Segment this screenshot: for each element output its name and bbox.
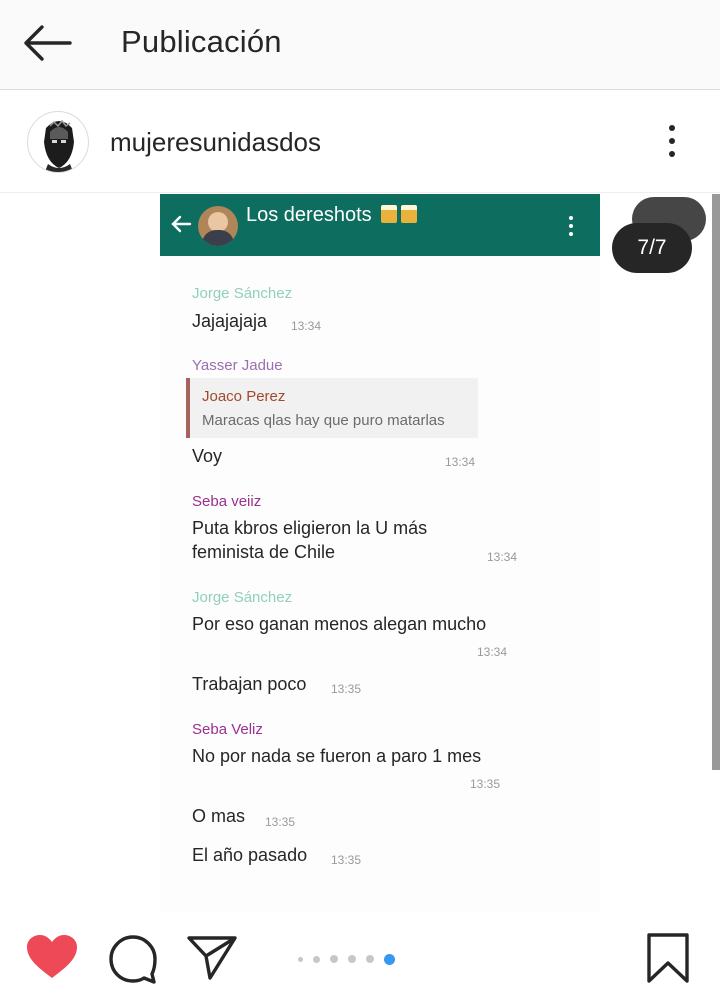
comment-icon <box>109 935 157 984</box>
chat-screenshot: Los dereshots Jorge Sánchez Jajajajaja 1… <box>160 194 600 912</box>
message-text: No por nada se fueron a paro 1 mes <box>192 746 482 766</box>
carousel-dot <box>366 955 374 963</box>
quote-sender: Joaco Perez <box>202 388 286 405</box>
share-button[interactable] <box>186 934 238 982</box>
more-vertical-icon <box>669 125 675 131</box>
message-time: 13:34 <box>291 319 322 333</box>
message-sender: Seba veiiz <box>192 493 262 510</box>
carousel-indicator <box>298 952 408 966</box>
scrollbar[interactable] <box>712 194 720 770</box>
message-sender: Jorge Sánchez <box>192 589 293 606</box>
chat-header: Los dereshots <box>160 194 600 256</box>
group-title-text: Los dereshots <box>246 204 372 226</box>
comment-button[interactable] <box>108 934 158 984</box>
beer-icon <box>401 205 418 223</box>
message-time: 13:35 <box>265 815 296 829</box>
message-time: 13:35 <box>331 682 362 696</box>
carousel-dot <box>330 955 338 963</box>
more-dot <box>669 151 675 157</box>
post-header: mujeresunidasdos <box>0 91 720 193</box>
avatar[interactable] <box>27 111 89 173</box>
quoted-message: Joaco Perez Maracas qlas hay que puro ma… <box>186 378 478 438</box>
bookmark-icon <box>647 933 689 983</box>
more-vertical-icon <box>566 216 576 240</box>
post-username[interactable]: mujeresunidasdos <box>110 127 321 158</box>
message-text: Voy <box>192 446 223 466</box>
top-app-bar: Publicación <box>0 0 720 90</box>
send-icon <box>187 936 237 980</box>
message-sender: Yasser Jadue <box>192 357 283 374</box>
message-sender: Jorge Sánchez <box>192 285 293 302</box>
save-button[interactable] <box>646 932 690 984</box>
carousel-dot <box>384 953 395 965</box>
message-text: Por eso ganan menos alegan mucho <box>192 614 487 634</box>
more-dot <box>669 138 675 144</box>
message-sender: Seba Veliz <box>192 721 263 738</box>
post-action-bar <box>0 912 720 996</box>
beer-icon <box>381 205 398 223</box>
like-button[interactable] <box>26 934 78 980</box>
more-options-button[interactable] <box>655 119 689 163</box>
message-text: El año pasado <box>192 845 308 865</box>
message-text: feminista de Chile <box>192 542 336 562</box>
message-text: Trabajan poco <box>192 674 307 694</box>
quote-text: Maracas qlas hay que puro matarlas <box>202 412 445 429</box>
group-avatar <box>198 206 238 246</box>
carousel-counter: 7/7 <box>612 223 692 273</box>
message-time: 13:35 <box>331 853 362 867</box>
message-time: 13:34 <box>487 550 518 564</box>
post-media[interactable]: Los dereshots Jorge Sánchez Jajajajaja 1… <box>0 194 712 912</box>
back-button[interactable] <box>18 18 76 68</box>
arrow-left-icon <box>24 25 72 61</box>
message-time: 13:35 <box>470 777 501 791</box>
carousel-dot <box>348 955 356 963</box>
carousel-dot <box>298 956 303 962</box>
message-text: Puta kbros eligieron la U más <box>192 518 428 538</box>
message-time: 13:34 <box>445 455 476 469</box>
carousel-dot <box>313 955 320 963</box>
message-time: 13:34 <box>477 645 508 659</box>
heart-icon <box>27 935 77 978</box>
message-text: O mas <box>192 806 246 826</box>
group-title: Los dereshots <box>246 204 418 227</box>
page-title: Publicación <box>121 24 282 59</box>
message-text: Jajajajaja <box>192 311 268 331</box>
profile-picture-icon <box>44 119 74 172</box>
arrow-left-icon <box>171 215 192 233</box>
